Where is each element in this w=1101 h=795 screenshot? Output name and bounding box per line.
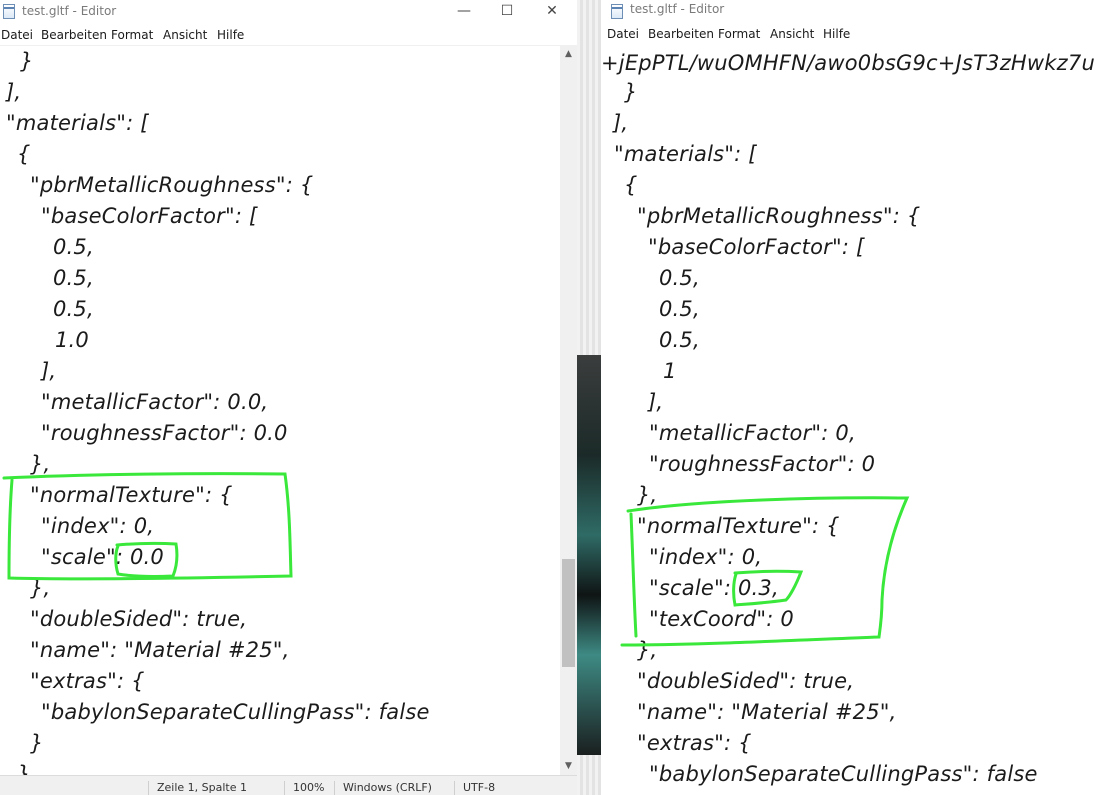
title-bar[interactable]: test.gltf - Editor — ☐ ✕ (0, 0, 577, 24)
code-line: "normalTexture": { (30, 483, 233, 507)
code-line: "scale": 0.0 (41, 545, 164, 569)
code-line: "metallicFactor": 0, (649, 421, 856, 445)
right-notepad-window: test.gltf - Editor Datei Bearbeiten Form… (601, 0, 1101, 795)
scroll-down-arrow-icon[interactable]: ▼ (560, 758, 577, 775)
code-line: "roughnessFactor": 0 (649, 452, 876, 476)
notepad-app-icon (611, 4, 623, 19)
code-line: } (20, 49, 34, 73)
menu-format[interactable]: Format (111, 28, 153, 42)
code-line: "babylonSeparateCullingPass": false (649, 762, 1038, 786)
left-notepad-window: test.gltf - Editor — ☐ ✕ Datei Bearbeite… (0, 0, 577, 795)
title-bar[interactable]: test.gltf - Editor (601, 0, 1101, 24)
code-line: }, (637, 483, 658, 507)
code-line: }, (30, 576, 51, 600)
code-line: 1 (663, 359, 677, 383)
code-line: 1.0 (55, 328, 89, 352)
code-line: "normalTexture": { (637, 514, 840, 538)
code-line: "baseColorFactor": [ (41, 204, 258, 228)
code-line: "metallicFactor": 0.0, (41, 390, 269, 414)
code-line: }, (637, 638, 658, 662)
minimize-button[interactable]: — (441, 0, 487, 24)
maximize-button[interactable]: ☐ (484, 0, 530, 24)
code-line: 0.5, (659, 328, 700, 352)
code-line: "materials": [ (6, 111, 149, 135)
code-line: "index": 0, (649, 545, 763, 569)
code-line: }, (30, 452, 51, 476)
code-line: 0.5, (53, 235, 94, 259)
code-line: "baseColorFactor": [ (648, 235, 865, 259)
code-line: ], (41, 359, 57, 383)
code-line: ], (613, 111, 629, 135)
code-line: "texCoord": 0 (649, 607, 794, 631)
close-button[interactable]: ✕ (529, 0, 575, 24)
menu-bearbeiten[interactable]: Bearbeiten (41, 28, 107, 42)
status-bar: Zeile 1, Spalte 1 100% Windows (CRLF) UT… (0, 775, 577, 795)
code-line: "doubleSided": true, (637, 669, 855, 693)
desktop-wallpaper-image (577, 355, 601, 755)
code-line: 0.5, (53, 266, 94, 290)
code-line: } (17, 762, 31, 775)
code-line: "extras": { (30, 669, 145, 693)
code-line: "scale": 0.3, (649, 576, 779, 600)
menu-ansicht[interactable]: Ansicht (163, 28, 207, 42)
code-line: 0.5, (53, 297, 94, 321)
status-encoding: UTF-8 (454, 781, 495, 795)
window-title: test.gltf - Editor (22, 4, 117, 18)
code-line: "extras": { (637, 731, 752, 755)
menu-bearbeiten[interactable]: Bearbeiten (648, 27, 714, 41)
code-line: 0.5, (659, 266, 700, 290)
window-title: test.gltf - Editor (630, 2, 725, 16)
menu-hilfe[interactable]: Hilfe (217, 28, 244, 42)
code-line: { (624, 173, 638, 197)
code-line: +jEpPTL/wuOMHFN/awo0bsG9c+JsT3zHwkz7u (601, 51, 1095, 75)
code-line: } (624, 80, 638, 104)
code-line: "roughnessFactor": 0.0 (41, 421, 288, 445)
menu-ansicht[interactable]: Ansicht (770, 27, 814, 41)
code-line: { (17, 142, 31, 166)
code-line: "materials": [ (614, 142, 757, 166)
status-zoom: 100% (284, 781, 324, 795)
scrollbar-thumb[interactable] (562, 559, 575, 667)
code-line: "index": 0, (41, 514, 155, 538)
code-line: "babylonSeparateCullingPass": false (41, 700, 430, 724)
vertical-scrollbar[interactable]: ▲ ▼ (560, 46, 577, 775)
code-line: } (30, 731, 44, 755)
code-line: "pbrMetallicRoughness": { (637, 204, 921, 228)
status-line-ending: Windows (CRLF) (334, 781, 432, 795)
menu-bar: Datei Bearbeiten Format Ansicht Hilfe (0, 26, 577, 45)
menu-datei[interactable]: Datei (607, 27, 639, 41)
code-line: ], (6, 80, 22, 104)
menu-format[interactable]: Format (718, 27, 760, 41)
menu-datei[interactable]: Datei (1, 28, 33, 42)
menu-hilfe[interactable]: Hilfe (823, 27, 850, 41)
code-line: "pbrMetallicRoughness": { (30, 173, 314, 197)
menu-bar: Datei Bearbeiten Format Ansicht Hilfe (601, 25, 1101, 44)
scroll-up-arrow-icon[interactable]: ▲ (560, 46, 577, 63)
notepad-app-icon (3, 4, 15, 19)
code-line: ], (648, 390, 664, 414)
code-line: 0.5, (659, 297, 700, 321)
status-cursor-position: Zeile 1, Spalte 1 (148, 781, 247, 795)
text-editor-area[interactable]: +jEpPTL/wuOMHFN/awo0bsG9c+JsT3zHwkz7u } … (601, 43, 1101, 795)
code-line: "name": "Material #25", (637, 700, 897, 724)
code-line: "doubleSided": true, (30, 607, 248, 631)
text-editor-area[interactable]: } ], "materials": [ { "pbrMetallicRoughn… (0, 46, 560, 775)
code-line: "name": "Material #25", (30, 638, 290, 662)
